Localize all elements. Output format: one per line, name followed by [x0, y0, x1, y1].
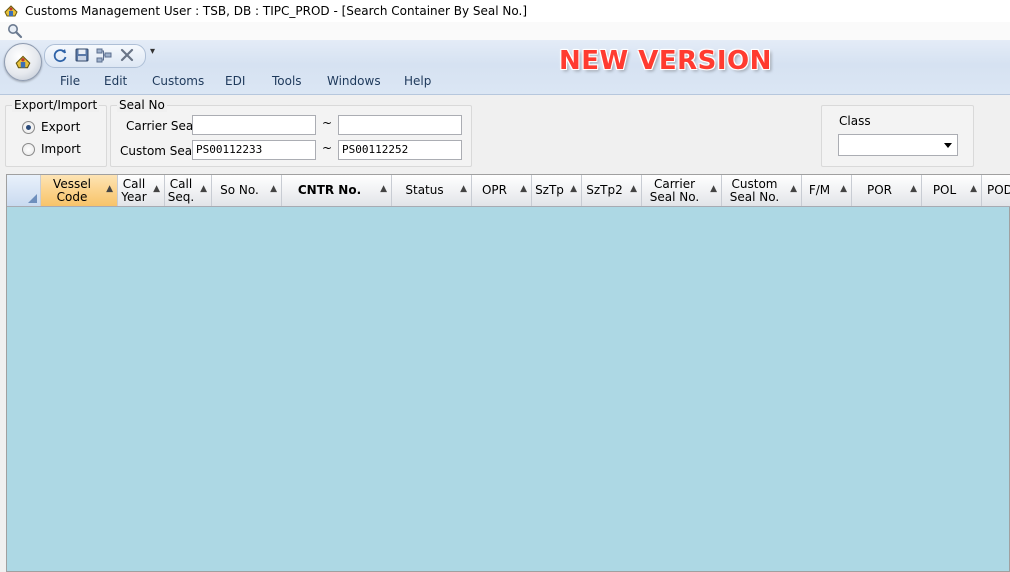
sort-arrow-icon: ▲ — [520, 184, 527, 194]
carrier-range-separator: ~ — [322, 116, 333, 130]
custom-range-separator: ~ — [322, 141, 333, 155]
magnifier-icon[interactable] — [7, 23, 23, 39]
grid-select-all-corner[interactable] — [7, 175, 41, 206]
seal-no-title: Seal No — [117, 98, 167, 112]
customize-quick-access-icon[interactable]: ▾ — [150, 46, 155, 57]
custom-seal-to-input[interactable]: PS00112252 — [338, 140, 462, 160]
column-header-pod[interactable]: POD — [982, 175, 1010, 206]
carrier-seal-label: Carrier Seal — [126, 119, 197, 133]
column-header-carrier-seal-no[interactable]: Carrier Seal No. ▲ — [642, 175, 722, 206]
sort-arrow-icon: ▲ — [270, 184, 277, 194]
column-header-label: Carrier Seal No. — [649, 176, 700, 204]
radio-import-label[interactable]: Import — [41, 142, 81, 156]
column-header-vessel-code[interactable]: Vessel Code ▲ — [41, 175, 118, 206]
save-icon[interactable] — [74, 47, 90, 63]
window-title: Customs Management User : TSB, DB : TIPC… — [25, 4, 528, 18]
class-dropdown[interactable] — [838, 134, 958, 156]
sort-arrow-icon: ▲ — [200, 184, 207, 194]
column-header-sztp[interactable]: SzTp ▲ — [532, 175, 582, 206]
column-header-label: Status — [405, 183, 444, 197]
sort-arrow-icon: ▲ — [106, 184, 113, 194]
column-header-label: POD — [987, 183, 1010, 197]
column-header-so-no[interactable]: So No. ▲ — [212, 175, 282, 206]
export-import-title: Export/Import — [12, 98, 100, 112]
sort-arrow-icon: ▲ — [790, 184, 797, 194]
search-strip — [0, 22, 1010, 40]
export-import-panel — [5, 105, 107, 167]
chevron-down-icon[interactable] — [944, 143, 952, 148]
carrier-seal-to-input[interactable] — [338, 115, 462, 135]
column-header-custom-seal-no[interactable]: Custom Seal No. ▲ — [722, 175, 802, 206]
column-header-call-seq[interactable]: Call Seq. ▲ — [165, 175, 212, 206]
class-label: Class — [839, 114, 871, 128]
column-header-label: CNTR No. — [297, 183, 362, 197]
customs-app-icon[interactable] — [3, 3, 19, 19]
title-bar: Customs Management User : TSB, DB : TIPC… — [0, 0, 1010, 22]
tree-icon[interactable] — [96, 47, 112, 63]
results-grid[interactable] — [6, 174, 1010, 572]
grid-header: Vessel Code ▲ Call Year ▲ Call Seq. ▲ So… — [7, 175, 1010, 207]
sort-arrow-icon: ▲ — [570, 184, 577, 194]
close-icon[interactable] — [119, 47, 135, 63]
menu-windows[interactable]: Windows — [327, 74, 381, 88]
radio-import[interactable] — [22, 143, 35, 156]
column-header-label: Vessel Code — [53, 176, 91, 204]
column-header-por[interactable]: POR ▲ — [852, 175, 922, 206]
column-header-sztp2[interactable]: SzTp2 ▲ — [582, 175, 642, 206]
column-header-label: F/M — [808, 183, 831, 197]
carrier-seal-from-input[interactable] — [192, 115, 316, 135]
column-header-label: OPR — [481, 183, 508, 197]
column-header-label: Custom Seal No. — [729, 176, 780, 204]
custom-seal-label: Custom Seal — [120, 144, 196, 158]
column-header-label: POR — [866, 183, 893, 197]
sort-arrow-icon: ▲ — [153, 184, 160, 194]
column-header-call-year[interactable]: Call Year ▲ — [118, 175, 165, 206]
column-header-pol[interactable]: POL ▲ — [922, 175, 982, 206]
refresh-icon[interactable] — [52, 47, 68, 63]
radio-export[interactable] — [22, 121, 35, 134]
column-header-opr[interactable]: OPR ▲ — [472, 175, 532, 206]
radio-export-label[interactable]: Export — [41, 120, 80, 134]
menu-customs[interactable]: Customs — [152, 74, 204, 88]
menu-edit[interactable]: Edit — [104, 74, 127, 88]
sort-arrow-icon: ▲ — [910, 184, 917, 194]
column-header-label: Call Year — [121, 176, 147, 204]
menu-edi[interactable]: EDI — [225, 74, 245, 88]
column-header-label: SzTp2 — [586, 183, 623, 197]
column-header-status[interactable]: Status ▲ — [392, 175, 472, 206]
column-header-label: POL — [932, 183, 957, 197]
sort-arrow-icon: ▲ — [840, 184, 847, 194]
menu-help[interactable]: Help — [404, 74, 431, 88]
column-header-fm[interactable]: F/M ▲ — [802, 175, 852, 206]
new-version-banner: NEW VERSION — [559, 46, 772, 76]
custom-seal-from-input[interactable]: PS00112233 — [192, 140, 316, 160]
menu-file[interactable]: File — [60, 74, 80, 88]
customs-app-icon — [15, 55, 31, 69]
column-header-label: Call Seq. — [167, 176, 195, 204]
sort-arrow-icon: ▲ — [970, 184, 977, 194]
sort-arrow-icon: ▲ — [630, 184, 637, 194]
menu-tools[interactable]: Tools — [272, 74, 302, 88]
column-header-label: SzTp — [535, 183, 564, 197]
sort-arrow-icon: ▲ — [460, 184, 467, 194]
column-header-cntr-no[interactable]: CNTR No. ▲ — [282, 175, 392, 206]
application-button[interactable] — [4, 43, 42, 81]
sort-arrow-icon: ▲ — [380, 184, 387, 194]
column-header-label: So No. — [220, 183, 259, 197]
sort-arrow-icon: ▲ — [710, 184, 717, 194]
